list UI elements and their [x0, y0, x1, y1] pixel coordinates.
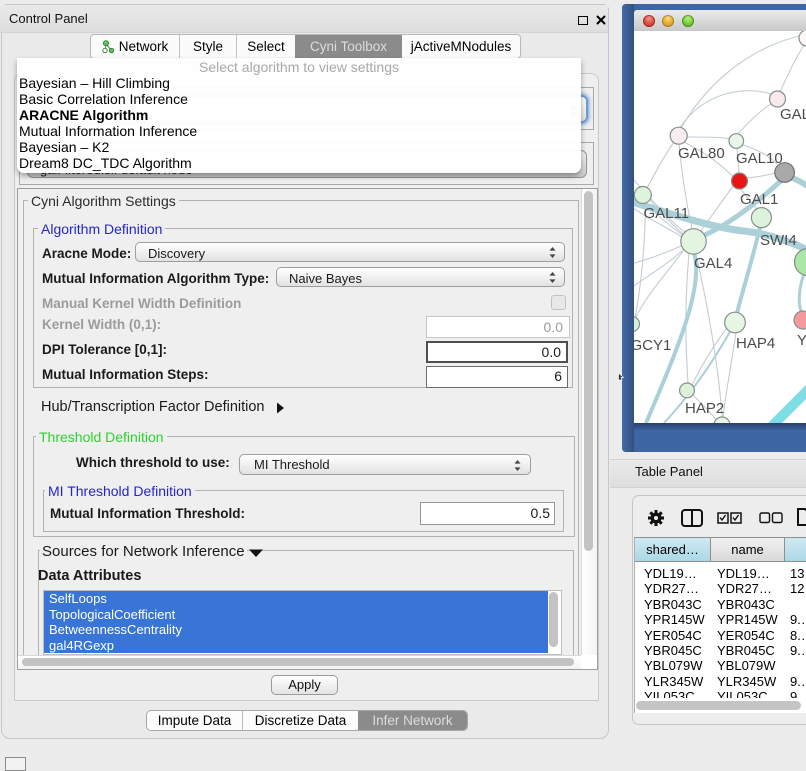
svg-text:HAP4: HAP4 — [736, 335, 775, 352]
svg-text:GAL80: GAL80 — [678, 145, 725, 162]
svg-text:GAL11: GAL11 — [644, 205, 690, 222]
svg-text:Y: Y — [797, 332, 806, 349]
svg-text:GAL1: GAL1 — [740, 191, 778, 208]
svg-text:GAL4: GAL4 — [694, 255, 732, 272]
svg-text:GAL7: GAL7 — [780, 106, 806, 123]
svg-text:HAP2: HAP2 — [685, 400, 724, 417]
svg-text:GAL10: GAL10 — [736, 150, 783, 167]
svg-text:SWI4: SWI4 — [760, 232, 797, 249]
svg-text:GCY1: GCY1 — [634, 337, 671, 354]
